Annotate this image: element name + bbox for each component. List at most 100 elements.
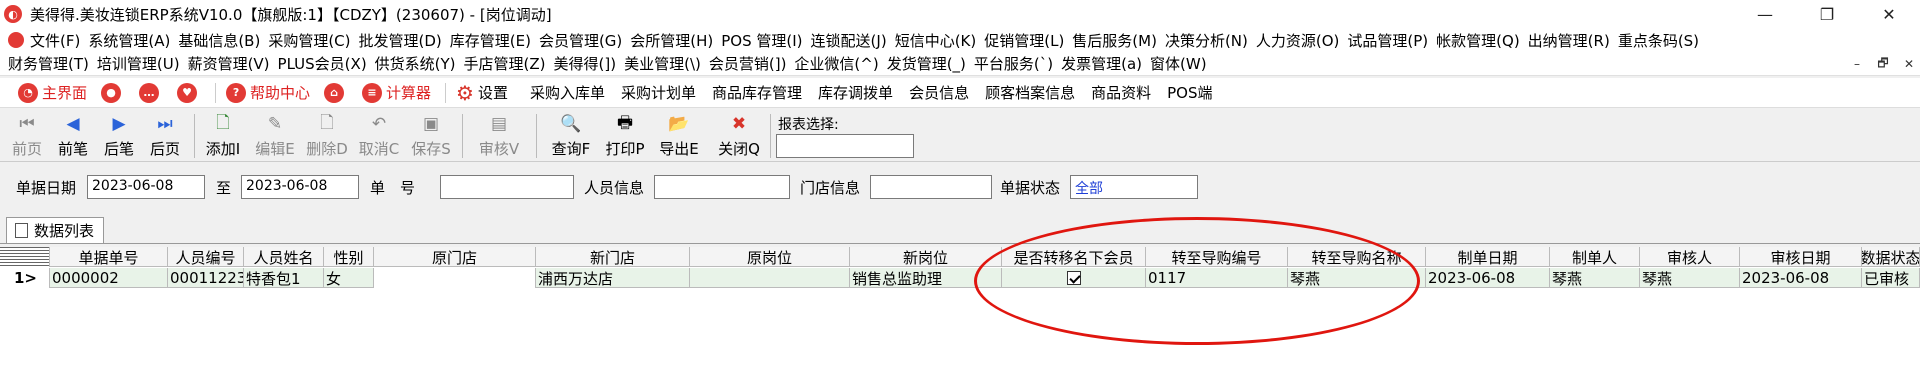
menu-sms[interactable]: 短信中心(K): [895, 30, 985, 51]
menu-member[interactable]: 会员管理(G): [539, 30, 630, 51]
minimize-button[interactable]: —: [1734, 0, 1796, 28]
query-button[interactable]: 🔍 查询F: [548, 112, 594, 160]
delete-button[interactable]: 🗋 删除D: [304, 112, 350, 160]
close-window-button[interactable]: ✕: [1858, 0, 1920, 28]
transfer-members-checkbox[interactable]: [1066, 271, 1081, 285]
menu-samples[interactable]: 试品管理(P): [1347, 30, 1436, 51]
close-button[interactable]: ✖ 关闭Q: [716, 112, 762, 160]
tab-data-list[interactable]: 数据列表: [6, 217, 104, 243]
menu-finance[interactable]: 财务管理(T): [8, 53, 97, 74]
menu-inventory[interactable]: 库存管理(E): [450, 30, 539, 51]
print-button[interactable]: 🖶 打印P: [602, 112, 648, 160]
menu-shipping[interactable]: 发货管理(_): [887, 53, 974, 74]
cell-status[interactable]: 已审核: [1862, 268, 1920, 288]
doc-no-input[interactable]: [440, 175, 574, 199]
menu-meidede[interactable]: 美得得(]): [554, 53, 625, 74]
prev-record-button[interactable]: ◀ 前笔: [50, 112, 96, 160]
link-purchase-in[interactable]: 采购入库单: [530, 82, 605, 103]
mdi-close-button[interactable]: ✕: [1898, 54, 1920, 74]
menu-hand-store[interactable]: 手店管理(Z): [464, 53, 554, 74]
col-guide-name[interactable]: 转至导购名称: [1288, 247, 1426, 267]
report-select-input[interactable]: [776, 134, 914, 158]
qb-chat-button[interactable]: …: [139, 82, 163, 103]
col-status[interactable]: 数据状态: [1862, 247, 1920, 267]
prev-page-button[interactable]: ⏮ 前页: [4, 112, 50, 160]
cell-creator[interactable]: 琴燕: [1550, 268, 1640, 288]
grid-corner[interactable]: [0, 247, 50, 267]
cell-guide-code[interactable]: 0117: [1146, 268, 1288, 288]
menu-member-marketing[interactable]: 会员营销(]): [709, 53, 795, 74]
edit-button[interactable]: ✎ 编辑E: [252, 112, 298, 160]
menu-distribution[interactable]: 连锁配送(J): [811, 30, 895, 51]
cell-new-store[interactable]: 浦西万达店: [536, 268, 690, 288]
menu-club[interactable]: 会所管理(H): [630, 30, 721, 51]
menu-hr[interactable]: 人力资源(O): [1256, 30, 1348, 51]
link-stock-manage[interactable]: 商品库存管理: [712, 82, 802, 103]
menu-basic-info[interactable]: 基础信息(B): [178, 30, 268, 51]
next-page-button[interactable]: ⏭ 后页: [142, 112, 188, 160]
link-transfer[interactable]: 库存调拨单: [818, 82, 893, 103]
link-purchase-plan[interactable]: 采购计划单: [621, 82, 696, 103]
cell-gender[interactable]: 女: [324, 268, 374, 288]
settings-link[interactable]: ⚙ 设置: [456, 81, 508, 105]
menu-salary[interactable]: 薪资管理(V): [188, 53, 278, 74]
cell-new-position[interactable]: 销售总监助理: [850, 268, 1002, 288]
menu-wholesale[interactable]: 批发管理(D): [359, 30, 450, 51]
link-product[interactable]: 商品资料: [1091, 82, 1151, 103]
cell-guide-name[interactable]: 琴燕: [1288, 268, 1426, 288]
mdi-restore-button[interactable]: 🗗: [1872, 54, 1894, 74]
cell-auditor[interactable]: 琴燕: [1640, 268, 1740, 288]
qb-home2-button[interactable]: ⌂: [324, 82, 348, 103]
cell-created-date[interactable]: 2023-06-08: [1426, 268, 1550, 288]
menu-decision[interactable]: 决策分析(N): [1165, 30, 1256, 51]
help-center-link[interactable]: ? 帮助中心: [226, 82, 310, 103]
calculator-link[interactable]: ≡ 计算器: [362, 82, 431, 103]
menu-training[interactable]: 培训管理(U): [97, 53, 188, 74]
col-creator[interactable]: 制单人: [1550, 247, 1640, 267]
menu-purchase[interactable]: 采购管理(C): [268, 30, 358, 51]
menu-invoice[interactable]: 发票管理(a): [1061, 53, 1150, 74]
store-input[interactable]: [870, 175, 992, 199]
qb-lock-button[interactable]: ●: [101, 82, 125, 103]
col-auditor[interactable]: 审核人: [1640, 247, 1740, 267]
export-button[interactable]: 📂 导出E: [656, 112, 702, 160]
cell-person-name[interactable]: 特香包1: [244, 268, 324, 288]
home-link[interactable]: ◔ 主界面: [18, 82, 87, 103]
mdi-minimize-button[interactable]: –: [1846, 54, 1868, 74]
menu-after-sales[interactable]: 售后服务(M): [1072, 30, 1165, 51]
cell-transfer-members[interactable]: [1002, 268, 1146, 288]
menu-promotion[interactable]: 促销管理(L): [984, 30, 1072, 51]
menu-platform[interactable]: 平台服务(`): [974, 53, 1061, 74]
menu-cashier[interactable]: 出纳管理(R): [1528, 30, 1618, 51]
menu-pos[interactable]: POS 管理(I): [721, 30, 810, 51]
col-old-position[interactable]: 原岗位: [690, 247, 850, 267]
link-member-info[interactable]: 会员信息: [909, 82, 969, 103]
menu-wechat[interactable]: 企业微信(^): [794, 53, 886, 74]
menu-window[interactable]: 窗体(W): [1150, 53, 1215, 74]
col-person-name[interactable]: 人员姓名: [244, 247, 324, 267]
col-new-store[interactable]: 新门店: [536, 247, 690, 267]
maximize-button[interactable]: ❐: [1796, 0, 1858, 28]
menu-supply[interactable]: 供货系统(Y): [375, 53, 464, 74]
cell-doc-no[interactable]: 0000002: [50, 268, 168, 288]
link-pos[interactable]: POS端: [1167, 82, 1212, 103]
menu-accounts[interactable]: 帐款管理(Q): [1436, 30, 1528, 51]
menu-plus-member[interactable]: PLUS会员(X): [278, 53, 375, 74]
audit-button[interactable]: ▤ 审核V: [476, 112, 522, 160]
qb-heart-button[interactable]: ♥: [177, 82, 201, 103]
link-customer-file[interactable]: 顾客档案信息: [985, 82, 1075, 103]
col-new-position[interactable]: 新岗位: [850, 247, 1002, 267]
status-select[interactable]: 全部: [1070, 175, 1198, 199]
col-transfer-members[interactable]: 是否转移名下会员: [1002, 247, 1146, 267]
menu-file[interactable]: 文件(F): [30, 30, 88, 51]
next-record-button[interactable]: ▶ 后笔: [96, 112, 142, 160]
menu-barcode[interactable]: 重点条码(S): [1618, 30, 1707, 51]
cell-audit-date[interactable]: 2023-06-08: [1740, 268, 1862, 288]
menu-beauty[interactable]: 美业管理(\): [624, 53, 709, 74]
col-guide-code[interactable]: 转至导购编号: [1146, 247, 1288, 267]
col-old-store[interactable]: 原门店: [374, 247, 536, 267]
cell-old-store[interactable]: [374, 268, 536, 288]
col-gender[interactable]: 性别: [324, 247, 374, 267]
col-audit-date[interactable]: 审核日期: [1740, 247, 1862, 267]
date-from-input[interactable]: 2023-06-08: [87, 175, 205, 199]
